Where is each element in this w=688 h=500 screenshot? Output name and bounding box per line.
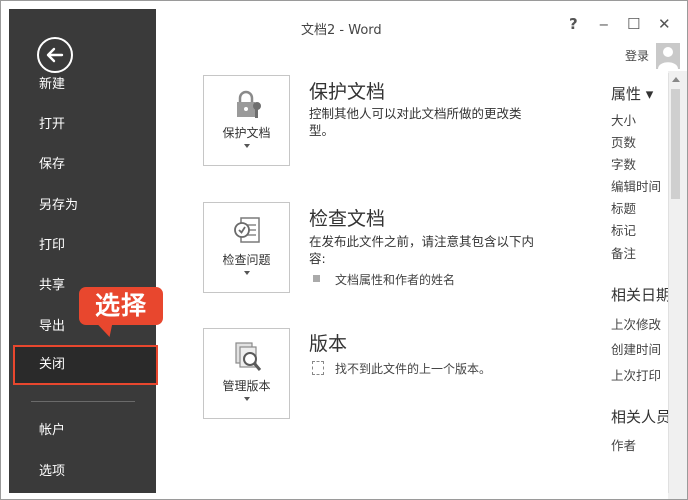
manage-versions-button[interactable]: 管理版本 <box>203 328 290 419</box>
property-edit-time: 编辑时间 <box>611 179 662 194</box>
protect-document-title: 保护文档 <box>309 81 386 103</box>
scroll-thumb[interactable] <box>671 89 680 199</box>
bullet-icon <box>313 275 320 282</box>
versions-title: 版本 <box>309 333 348 355</box>
minimize-button[interactable]: ‒ <box>599 15 609 33</box>
inspect-bullet-text: 文档属性和作者的姓名 <box>335 273 456 287</box>
nav-item-account[interactable]: 帐户 <box>9 411 156 451</box>
maximize-button[interactable]: ☐ <box>627 15 640 33</box>
person-author: 作者 <box>611 438 637 453</box>
inspect-document-title: 检查文档 <box>309 208 386 230</box>
properties-scrollbar[interactable] <box>668 73 681 493</box>
user-avatar[interactable] <box>656 43 680 69</box>
date-last-modified: 上次修改 <box>611 317 662 332</box>
manage-versions-icon <box>235 342 262 371</box>
lock-key-icon <box>237 90 261 118</box>
property-title: 标题 <box>611 201 637 216</box>
tile-label: 保护文档 <box>222 126 271 140</box>
protect-document-button[interactable]: 保护文档 <box>203 75 290 166</box>
check-issues-button[interactable]: 检查问题 <box>203 202 290 293</box>
nav-item-save[interactable]: 保存 <box>9 145 156 185</box>
date-created: 创建时间 <box>611 342 662 357</box>
window-title: 文档2 - Word <box>301 23 382 38</box>
properties-dropdown[interactable]: 属性 ▾ <box>611 83 653 104</box>
nav-item-open[interactable]: 打开 <box>9 105 156 145</box>
nav-item-options[interactable]: 选项 <box>9 452 156 492</box>
nav-item-save-as[interactable]: 另存为 <box>9 186 156 226</box>
nav-item-new[interactable]: 新建 <box>9 65 156 105</box>
versions-desc: 找不到此文件的上一个版本。 <box>335 362 492 376</box>
property-size: 大小 <box>611 113 637 128</box>
select-callout: 选择 <box>79 287 163 325</box>
related-people-heading: 相关人员 <box>611 408 672 426</box>
back-arrow-icon <box>46 47 64 63</box>
scroll-up-arrow-icon[interactable] <box>672 77 680 82</box>
related-dates-heading: 相关日期 <box>611 286 672 304</box>
inspect-document-desc: 在发布此文件之前，请注意其包含以下内容: <box>309 234 535 266</box>
document-icon <box>312 361 324 375</box>
property-pages: 页数 <box>611 135 637 150</box>
tile-label: 检查问题 <box>222 253 271 267</box>
date-last-printed: 上次打印 <box>611 368 662 383</box>
inspect-document-icon <box>234 217 260 243</box>
property-tags: 标记 <box>611 223 637 238</box>
nav-item-print[interactable]: 打印 <box>9 226 156 266</box>
dropdown-caret-icon <box>244 144 250 148</box>
nav-item-close[interactable]: 关闭 <box>13 345 158 385</box>
property-words: 字数 <box>611 157 637 172</box>
user-silhouette-icon <box>658 47 678 69</box>
help-button[interactable]: ? <box>569 15 578 33</box>
property-comments: 备注 <box>611 246 637 261</box>
nav-divider <box>31 401 135 402</box>
protect-document-desc: 控制其他人可以对此文档所做的更改类型。 <box>309 106 522 138</box>
close-window-button[interactable]: ✕ <box>658 15 671 33</box>
backstage-nav: 新建 打开 保存 另存为 打印 共享 导出 关闭 帐户 选项 <box>9 9 158 493</box>
dropdown-caret-icon <box>244 271 250 275</box>
word-backstage-window: 新建 打开 保存 另存为 打印 共享 导出 关闭 帐户 选项 选择 文档2 - … <box>0 0 688 500</box>
dropdown-caret-icon <box>244 397 250 401</box>
tile-label: 管理版本 <box>222 379 271 393</box>
sign-in-link[interactable]: 登录 <box>625 47 649 64</box>
